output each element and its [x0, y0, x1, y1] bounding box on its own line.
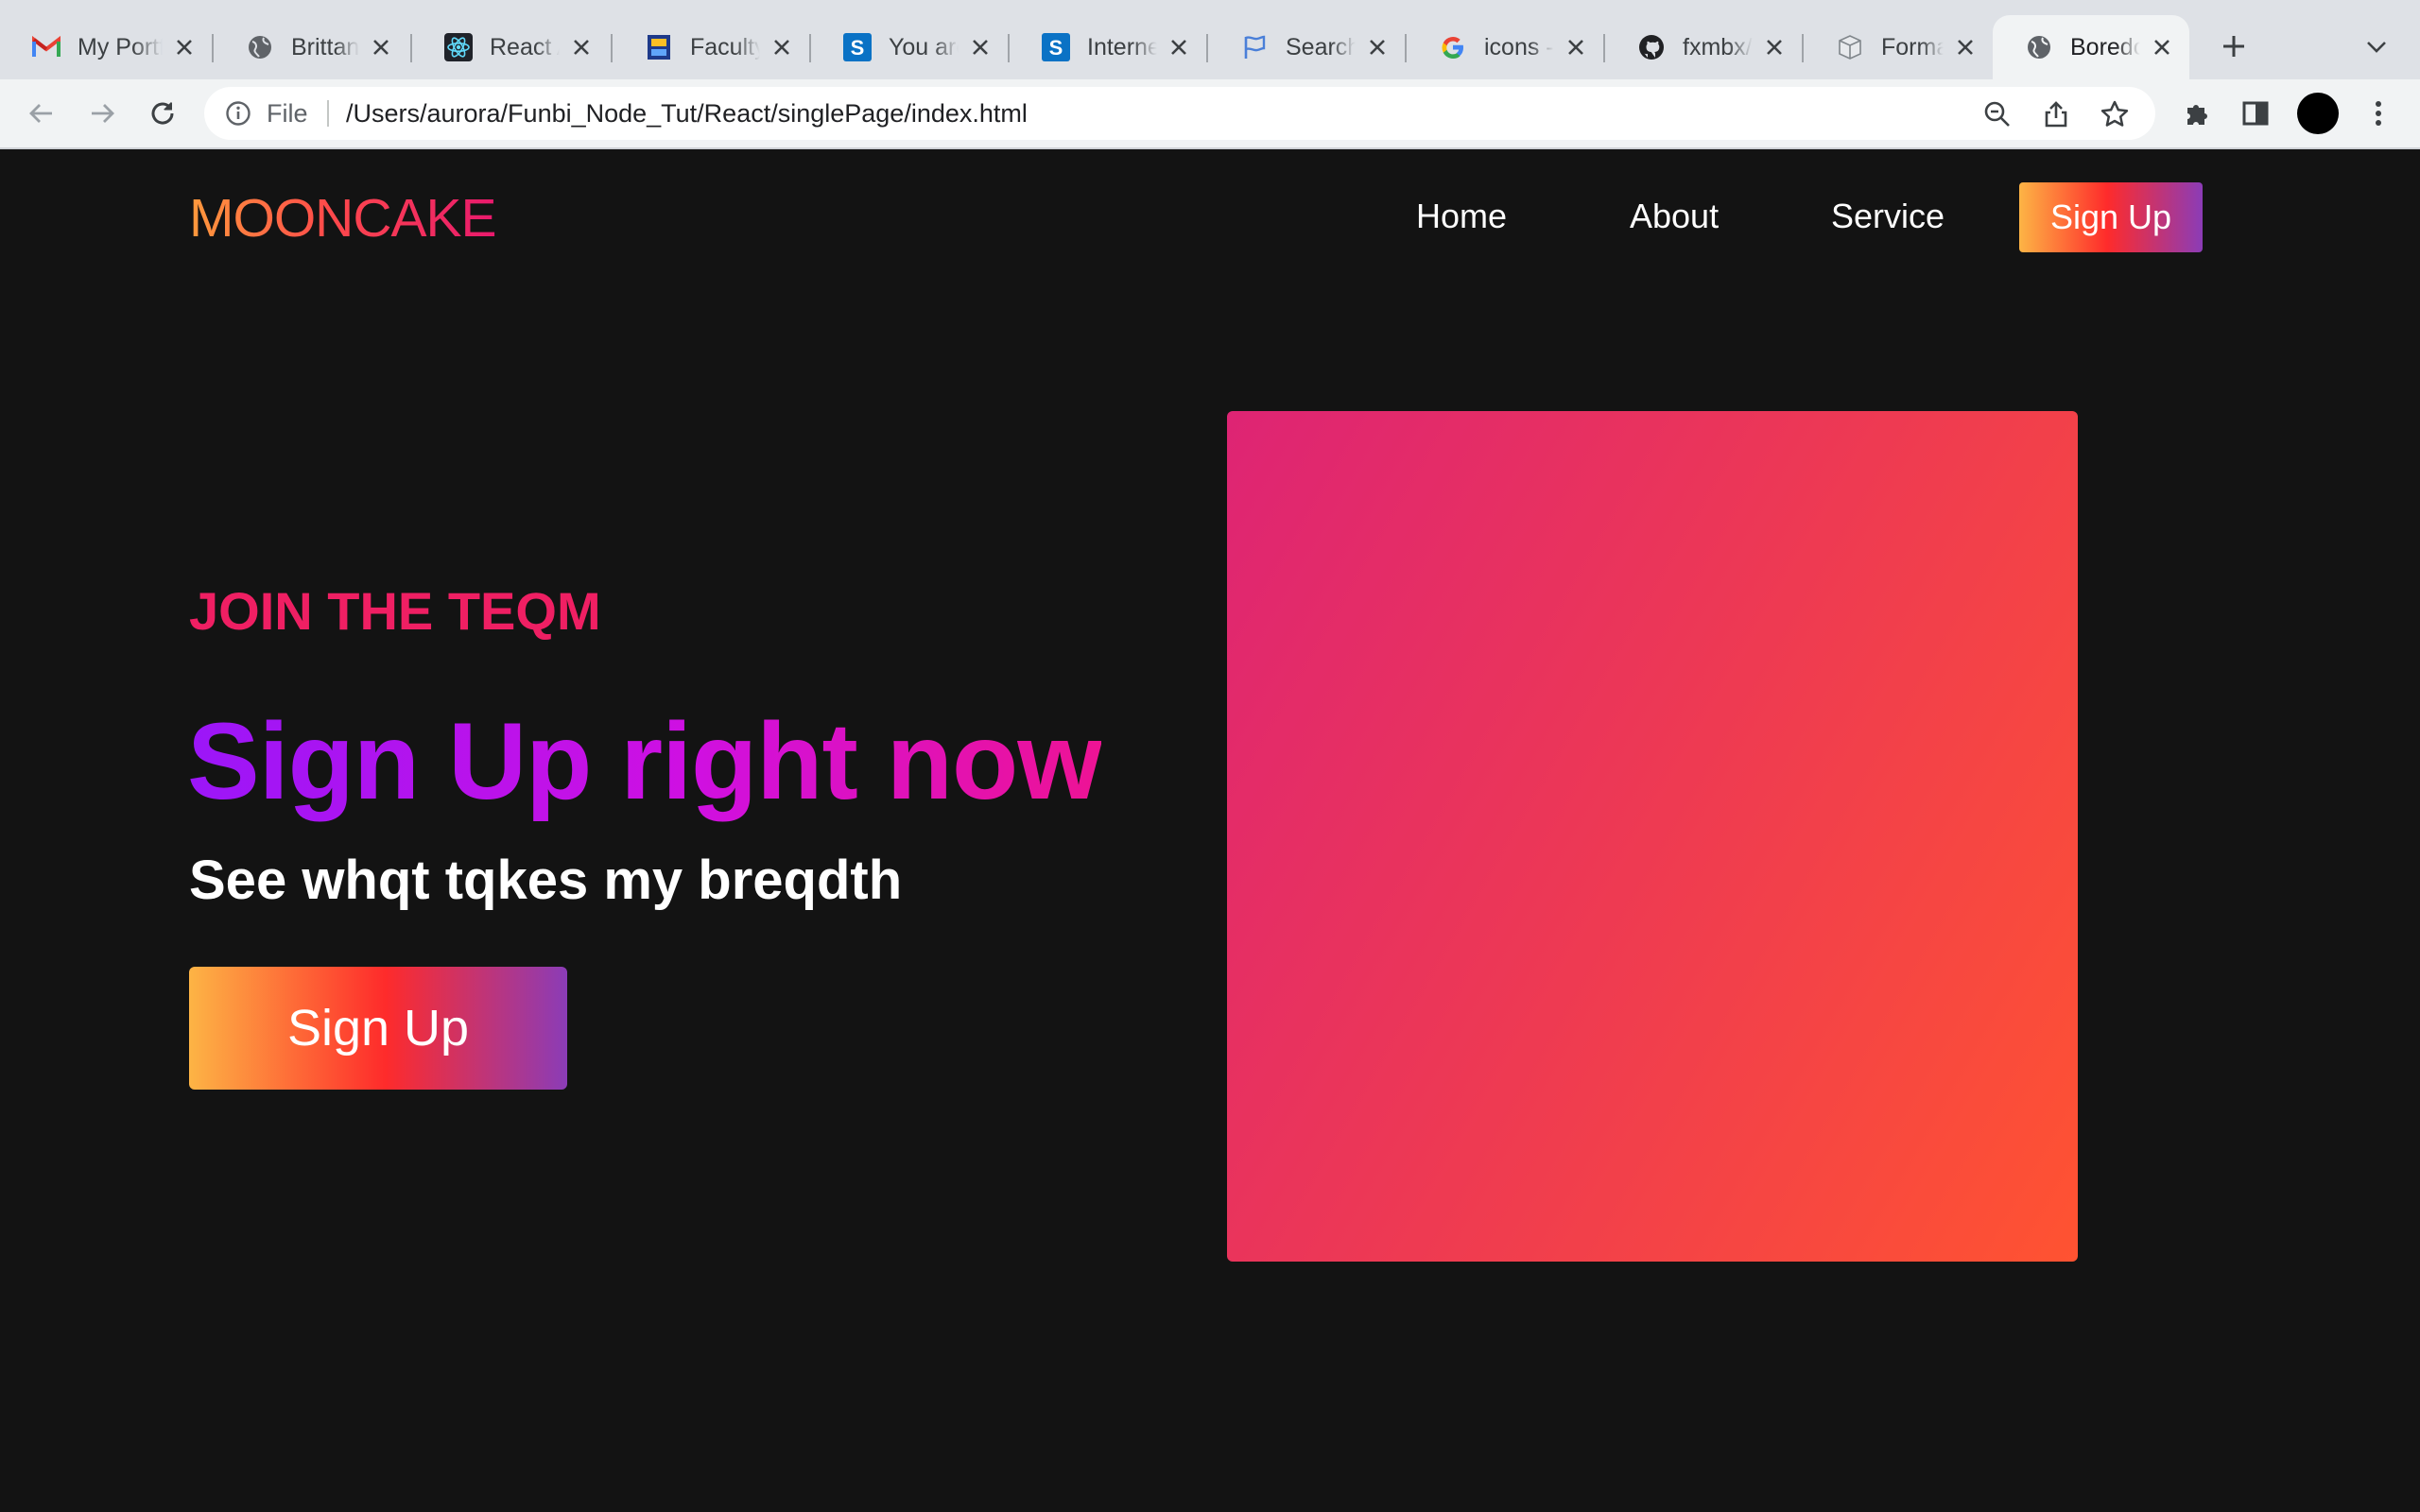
tab-brittany[interactable]: Brittany — [214, 15, 408, 79]
close-tab-icon[interactable] — [1951, 33, 1979, 61]
profile-avatar[interactable] — [2297, 93, 2339, 134]
close-tab-icon[interactable] — [2148, 33, 2176, 61]
gmail-icon — [32, 33, 60, 61]
reload-icon[interactable] — [144, 94, 182, 132]
tab-title: Format — [1881, 33, 1944, 60]
format-icon — [1836, 33, 1864, 61]
back-icon[interactable] — [23, 94, 60, 132]
tab-title: icons - — [1484, 33, 1554, 60]
address-bar[interactable]: File /Users/aurora/Funbi_Node_Tut/React/… — [204, 87, 2155, 140]
close-tab-icon[interactable] — [768, 33, 796, 61]
hero-headline: Sign Up right now — [187, 701, 1102, 822]
tab-title: My Portfolio — [78, 33, 163, 60]
scheme-label: File — [267, 99, 308, 128]
react-icon — [444, 33, 473, 61]
close-tab-icon[interactable] — [567, 33, 596, 61]
tab-title: Boredom — [2070, 33, 2140, 60]
tab-title: You are — [889, 33, 959, 60]
google-icon — [1439, 33, 1467, 61]
tab-format[interactable]: Format — [1804, 15, 1993, 79]
tab-boredom[interactable]: Boredom — [1993, 15, 2189, 79]
tab-title: React App — [490, 33, 560, 60]
new-tab-icon[interactable] — [2214, 26, 2254, 66]
hero-kicker: JOIN THE TEQM — [189, 581, 601, 641]
close-tab-icon[interactable] — [1363, 33, 1392, 61]
close-tab-icon[interactable] — [1165, 33, 1193, 61]
tab-title: Internet — [1087, 33, 1157, 60]
globe-icon — [246, 33, 274, 61]
tab-faculty[interactable]: Faculty — [613, 15, 809, 79]
tab-title: Faculty — [690, 33, 760, 60]
forward-icon[interactable] — [83, 94, 121, 132]
tab-react-app[interactable]: React App — [412, 15, 609, 79]
zoom-icon[interactable] — [1981, 98, 2014, 130]
svg-text:S: S — [1049, 36, 1063, 60]
chevron-down-icon[interactable] — [2358, 28, 2395, 66]
close-tab-icon[interactable] — [1562, 33, 1590, 61]
hero-gradient-box — [1227, 411, 2078, 1262]
address-divider — [327, 100, 329, 127]
nav-signup-button[interactable]: Sign Up — [2019, 182, 2203, 252]
tab-my-portfolio[interactable]: My Portfolio — [0, 15, 212, 79]
side-panel-icon[interactable] — [2237, 94, 2274, 132]
svg-text:S: S — [851, 36, 865, 60]
tab-search[interactable]: Search — [1208, 15, 1405, 79]
s-icon: S — [843, 33, 872, 61]
tab-internet[interactable]: S Internet — [1010, 15, 1206, 79]
github-icon — [1637, 33, 1666, 61]
flag-icon — [1240, 33, 1269, 61]
nav-home-link[interactable]: Home — [1416, 197, 1507, 236]
info-icon[interactable] — [223, 98, 253, 129]
more-options-icon[interactable] — [2360, 94, 2397, 132]
close-tab-icon[interactable] — [367, 33, 395, 61]
faculty-icon — [645, 33, 673, 61]
close-tab-icon[interactable] — [1760, 33, 1789, 61]
url-text[interactable]: /Users/aurora/Funbi_Node_Tut/React/singl… — [346, 99, 1028, 129]
share-icon[interactable] — [2040, 98, 2072, 130]
globe-icon — [2025, 33, 2053, 61]
tab-you-are[interactable]: S You are — [811, 15, 1008, 79]
nav-about-link[interactable]: About — [1630, 197, 1719, 236]
s-icon: S — [1042, 33, 1070, 61]
page-content: MOONCAKE Home About Service Sign Up JOIN… — [0, 149, 2420, 1512]
tab-fxmbx[interactable]: fxmbx/ — [1605, 15, 1802, 79]
nav-service-link[interactable]: Service — [1831, 197, 1945, 236]
tab-icons[interactable]: icons - — [1407, 15, 1603, 79]
extensions-icon[interactable] — [2178, 94, 2216, 132]
tab-title: Brittany — [291, 33, 359, 60]
hero-subheading: See whqt tqkes my breqdth — [189, 850, 903, 911]
site-logo[interactable]: MOONCAKE — [189, 187, 497, 249]
browser-toolbar: File /Users/aurora/Funbi_Node_Tut/React/… — [0, 79, 2420, 149]
bookmark-star-icon[interactable] — [2099, 98, 2131, 130]
tab-strip: My Portfolio Brittany React App Faculty … — [0, 0, 2420, 79]
hero-signup-button[interactable]: Sign Up — [189, 967, 567, 1090]
tab-title: fxmbx/ — [1683, 33, 1753, 60]
close-tab-icon[interactable] — [170, 33, 199, 61]
close-tab-icon[interactable] — [966, 33, 994, 61]
tab-title: Search — [1286, 33, 1356, 60]
